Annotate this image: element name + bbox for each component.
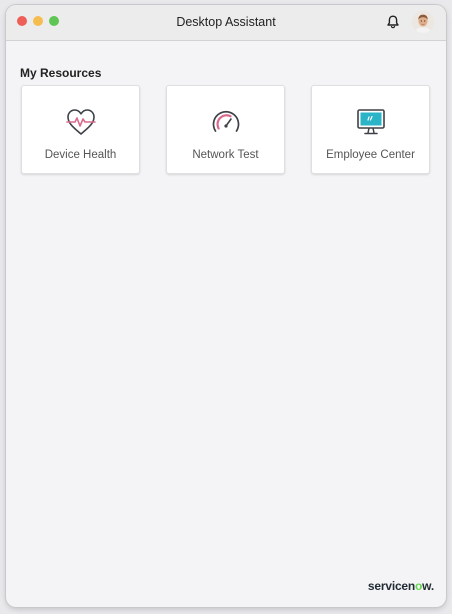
section-title-my-resources: My Resources — [20, 66, 102, 80]
employee-center-card[interactable]: Employee Center — [311, 85, 430, 174]
device-health-card[interactable]: Device Health — [21, 85, 140, 174]
logo-text-end: w. — [422, 579, 434, 593]
desktop-assistant-window: Desktop Assistant My Resources Device He… — [6, 5, 446, 607]
network-test-label: Network Test — [192, 149, 259, 161]
title-bar: Desktop Assistant — [6, 5, 446, 41]
device-health-label: Device Health — [44, 149, 117, 161]
logo-text-part: servicen — [367, 579, 416, 593]
heart-pulse-icon — [65, 109, 96, 135]
bell-icon[interactable] — [385, 14, 401, 30]
user-avatar-icon — [412, 11, 434, 33]
avatar[interactable] — [412, 11, 434, 33]
window-title: Desktop Assistant — [176, 15, 276, 29]
network-test-card[interactable]: Network Test — [166, 85, 285, 174]
employee-center-label: Employee Center — [326, 149, 415, 161]
monitor-icon — [356, 109, 385, 135]
servicenow-logo: servicenow. — [368, 579, 434, 593]
speedometer-icon — [212, 110, 239, 132]
